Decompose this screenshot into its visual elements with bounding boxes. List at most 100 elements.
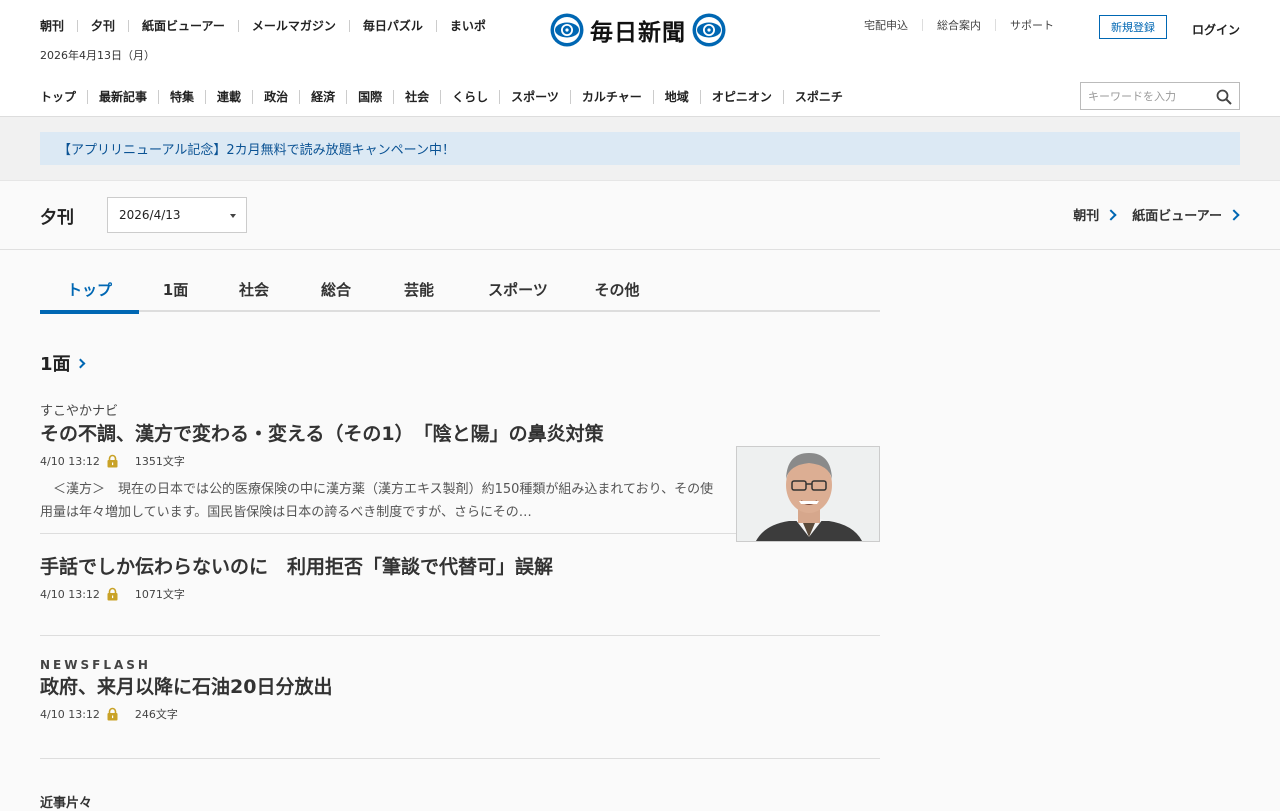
- article-time: 4/10 13:12: [40, 707, 100, 721]
- edition-title: 夕刊: [40, 208, 74, 228]
- article-list: 1面 すこやかナビ その不調、漢方で変わる・変える（その1） 「陰と陽」の鼻炎対…: [40, 340, 880, 811]
- lock-icon: [107, 454, 118, 468]
- article-excerpt: ＜漢方＞ 現在の日本では公的医療保険の中に漢方薬（漢方エキス製剤）約150種類が…: [40, 482, 714, 520]
- article-meta: 4/10 13:12 246文字: [40, 706, 880, 722]
- divider: [299, 89, 301, 104]
- divider: [699, 89, 701, 104]
- morning-edition-link[interactable]: 朝刊: [1073, 205, 1117, 224]
- viewer-link[interactable]: 紙面ビューアー: [1132, 205, 1240, 224]
- divider: [158, 89, 160, 104]
- site-logo[interactable]: 毎日新聞: [550, 13, 726, 47]
- util-link-evening[interactable]: 夕刊: [91, 17, 115, 34]
- edition-bar: 夕刊 2026/4/13 朝刊 紙面ビューアー: [0, 181, 1280, 250]
- banner-area: 【アプリリニューアル記念】2カ月無料で読み放題キャンペーン中！: [0, 117, 1280, 181]
- logo-wordmark: 毎日新聞: [590, 19, 686, 46]
- nav-item-life[interactable]: くらし: [452, 88, 488, 105]
- tab-page1[interactable]: 1面: [139, 266, 212, 312]
- delivery-link[interactable]: 宅配申込: [864, 17, 908, 33]
- util-link-puzzle[interactable]: 毎日パズル: [363, 17, 423, 34]
- support-link[interactable]: サポート: [1010, 17, 1054, 33]
- divider: [348, 19, 350, 32]
- tab-society[interactable]: 社会: [212, 266, 296, 312]
- divider: [499, 89, 501, 104]
- divider: [995, 19, 996, 31]
- portrait-image: [737, 447, 879, 541]
- guide-link[interactable]: 総合案内: [937, 17, 981, 33]
- tab-entertainment[interactable]: 芸能: [376, 266, 462, 312]
- site-header: 朝刊 夕刊 紙面ビューアー メールマガジン 毎日パズル まいポ 2026年4月1…: [0, 0, 1280, 117]
- chevron-right-icon: [1105, 208, 1117, 221]
- tab-general[interactable]: 総合: [296, 266, 376, 312]
- nav-item-series[interactable]: 連載: [217, 88, 241, 105]
- tab-other[interactable]: その他: [574, 266, 660, 312]
- section-title: 1面: [40, 354, 71, 375]
- nav-item-world[interactable]: 国際: [358, 88, 382, 105]
- divider: [77, 19, 79, 32]
- article-length: 1351文字: [134, 455, 185, 468]
- campaign-banner[interactable]: 【アプリリニューアル記念】2カ月無料で読み放題キャンペーン中！: [40, 132, 1240, 165]
- main-nav: トップ 最新記事 特集 連載 政治 経済 国際 社会 くらし スポーツ カルチャ…: [40, 88, 843, 105]
- article-item[interactable]: 手話でしか伝わらないのに 利用拒否「筆談で代替可」誤解 4/10 13:12 1…: [40, 534, 880, 636]
- lock-icon: [107, 707, 118, 721]
- article-kicker: すこやかナビ: [40, 404, 119, 419]
- article-headline[interactable]: 手話でしか伝わらないのに 利用拒否「筆談で代替可」誤解: [40, 554, 880, 580]
- nav-item-economy[interactable]: 経済: [311, 88, 335, 105]
- edition-links: 朝刊 紙面ビューアー: [1056, 205, 1240, 224]
- nav-item-opinion[interactable]: オピニオン: [712, 88, 772, 105]
- divider: [205, 89, 207, 104]
- article-headline[interactable]: 政府、来月以降に石油20日分放出: [40, 674, 880, 700]
- nav-item-society[interactable]: 社会: [405, 88, 429, 105]
- chevron-right-icon: [75, 358, 85, 368]
- tab-top[interactable]: トップ: [40, 266, 139, 314]
- nav-item-top[interactable]: トップ: [40, 88, 76, 105]
- tab-sports[interactable]: スポーツ: [462, 266, 574, 312]
- divider: [922, 19, 923, 31]
- logo-emblem-icon: [692, 13, 726, 47]
- current-date: 2026年4月13日（月）: [40, 49, 155, 62]
- divider: [393, 89, 395, 104]
- utility-nav: 朝刊 夕刊 紙面ビューアー メールマガジン 毎日パズル まいポ: [40, 17, 486, 34]
- divider: [128, 19, 130, 32]
- article-length: 1071文字: [134, 588, 185, 601]
- nav-item-features[interactable]: 特集: [170, 88, 194, 105]
- date-select-value: 2026/4/13: [119, 208, 181, 222]
- article-time: 4/10 13:12: [40, 454, 100, 468]
- divider: [87, 89, 89, 104]
- util-link-morning[interactable]: 朝刊: [40, 17, 64, 34]
- nav-item-culture[interactable]: カルチャー: [582, 88, 642, 105]
- register-button[interactable]: 新規登録: [1099, 15, 1167, 39]
- article-item[interactable]: NEWSFLASH 政府、来月以降に石油20日分放出 4/10 13:12 24…: [40, 636, 880, 759]
- chevron-right-icon: [1228, 208, 1240, 221]
- date-select[interactable]: 2026/4/13: [107, 197, 247, 233]
- article-headline[interactable]: その不調、漢方で変わる・変える（その1） 「陰と陽」の鼻炎対策: [40, 421, 880, 447]
- search-icon[interactable]: [1216, 89, 1232, 105]
- article-meta: 4/10 13:12 1071文字: [40, 586, 880, 602]
- nav-item-politics[interactable]: 政治: [264, 88, 288, 105]
- divider: [237, 19, 239, 32]
- article-thumbnail[interactable]: [736, 446, 880, 542]
- article-item[interactable]: すこやかナビ その不調、漢方で変わる・変える（その1） 「陰と陽」の鼻炎対策 4…: [40, 386, 880, 542]
- search-input[interactable]: [1088, 89, 1208, 103]
- section-tabs: トップ 1面 社会 総合 芸能 スポーツ その他: [40, 266, 880, 314]
- nav-item-sponichi[interactable]: スポニチ: [795, 88, 843, 105]
- viewer-label: 紙面ビューアー: [1132, 209, 1222, 224]
- divider: [252, 89, 254, 104]
- nav-item-local[interactable]: 地域: [665, 88, 689, 105]
- divider: [569, 89, 571, 104]
- article-length: 246文字: [134, 708, 178, 721]
- article-time: 4/10 13:12: [40, 587, 100, 601]
- divider: [346, 89, 348, 104]
- next-section-title[interactable]: 近事片々: [40, 792, 92, 811]
- nav-item-latest[interactable]: 最新記事: [99, 88, 147, 105]
- login-link[interactable]: ログイン: [1192, 21, 1240, 38]
- nav-item-sports[interactable]: スポーツ: [511, 88, 559, 105]
- util-link-newsletter[interactable]: メールマガジン: [252, 17, 336, 34]
- util-link-maipo[interactable]: まいポ: [450, 17, 486, 34]
- divider: [782, 89, 784, 104]
- divider: [652, 89, 654, 104]
- util-link-viewer[interactable]: 紙面ビューアー: [142, 17, 225, 34]
- service-links: 宅配申込 総合案内 サポート: [864, 17, 1054, 33]
- logo-emblem-icon: [550, 13, 584, 47]
- section-title-link[interactable]: 1面: [40, 340, 880, 386]
- divider: [435, 19, 437, 32]
